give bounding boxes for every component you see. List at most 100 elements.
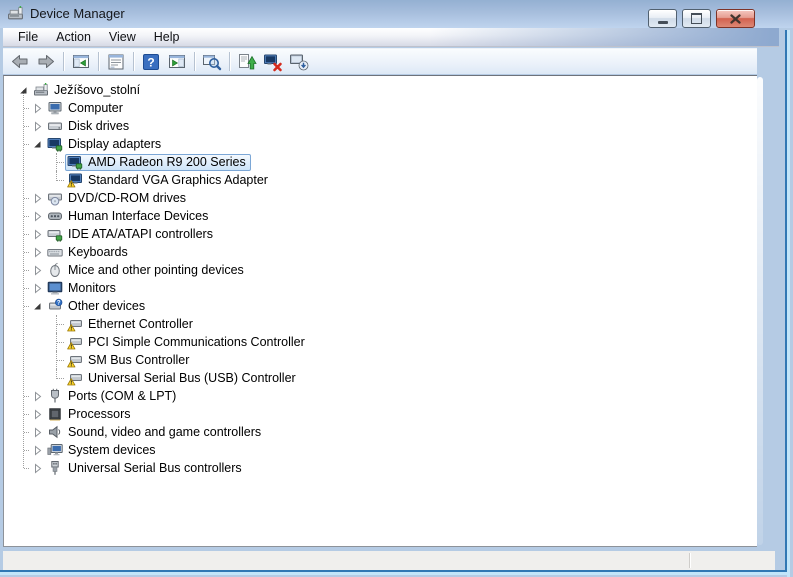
minimize-button[interactable] bbox=[648, 9, 677, 28]
scan-hardware-changes-icon[interactable] bbox=[200, 51, 224, 73]
tree-item-content[interactable]: Processors bbox=[45, 406, 136, 423]
close-button[interactable] bbox=[716, 9, 755, 28]
tree-item-content[interactable]: Standard VGA Graphics Adapter bbox=[65, 172, 273, 189]
tree-item[interactable]: Universal Serial Bus (USB) Controller bbox=[4, 369, 757, 387]
expand-arrow-icon[interactable] bbox=[29, 262, 45, 278]
tree-connector bbox=[47, 315, 65, 333]
tree-item-content[interactable]: Mice and other pointing devices bbox=[45, 262, 249, 279]
tree-item-content[interactable]: Human Interface Devices bbox=[45, 208, 213, 225]
tree-item[interactable]: Mice and other pointing devices bbox=[4, 261, 757, 279]
expand-arrow-icon[interactable] bbox=[29, 424, 45, 440]
tree-item[interactable]: Computer bbox=[4, 99, 757, 117]
tree-item-content[interactable]: Ethernet Controller bbox=[65, 316, 198, 333]
titlebar[interactable]: Device Manager bbox=[0, 0, 793, 28]
tree-item[interactable]: PCI Simple Communications Controller bbox=[4, 333, 757, 351]
tree-item[interactable]: SM Bus Controller bbox=[4, 351, 757, 369]
tree-item-label: Ethernet Controller bbox=[88, 317, 194, 331]
tree-indent bbox=[4, 162, 47, 163]
back-icon[interactable] bbox=[8, 51, 32, 73]
expand-arrow-icon[interactable] bbox=[29, 442, 45, 458]
collapse-arrow-icon[interactable] bbox=[29, 136, 45, 152]
show-action-pane-icon[interactable] bbox=[165, 51, 189, 73]
menu-view[interactable]: View bbox=[100, 28, 145, 46]
tree-indent bbox=[4, 198, 29, 199]
properties-icon[interactable] bbox=[104, 51, 128, 73]
menu-action[interactable]: Action bbox=[47, 28, 100, 46]
menu-bar: File Action View Help bbox=[3, 28, 779, 47]
tree-item-content[interactable]: PCI Simple Communications Controller bbox=[65, 334, 310, 351]
processor-icon bbox=[47, 406, 63, 422]
expand-arrow-icon[interactable] bbox=[29, 100, 45, 116]
tree-item[interactable]: Sound, video and game controllers bbox=[4, 423, 757, 441]
tree-item-label: Universal Serial Bus (USB) Controller bbox=[88, 371, 297, 385]
help-icon[interactable]: ? bbox=[139, 51, 163, 73]
tree-item-content[interactable]: Universal Serial Bus (USB) Controller bbox=[65, 370, 301, 387]
tree-item-content[interactable]: System devices bbox=[45, 442, 161, 459]
tree-item[interactable]: IDE ATA/ATAPI controllers bbox=[4, 225, 757, 243]
scan-plug-play-icon[interactable] bbox=[287, 51, 311, 73]
expand-arrow-icon[interactable] bbox=[29, 118, 45, 134]
tree-item-content[interactable]: Sound, video and game controllers bbox=[45, 424, 266, 441]
collapse-arrow-icon[interactable] bbox=[29, 298, 45, 314]
tree-item[interactable]: ?Other devices bbox=[4, 297, 757, 315]
tree-item-label: AMD Radeon R9 200 Series bbox=[88, 155, 247, 169]
expand-arrow-icon[interactable] bbox=[29, 190, 45, 206]
expand-arrow-icon[interactable] bbox=[29, 388, 45, 404]
tree-item-content[interactable]: Ports (COM & LPT) bbox=[45, 388, 181, 405]
tree-item-content[interactable]: AMD Radeon R9 200 Series bbox=[65, 154, 251, 171]
expand-arrow-icon[interactable] bbox=[29, 226, 45, 242]
tree-item-content[interactable]: Computer bbox=[45, 100, 128, 117]
tree-item[interactable]: Disk drives bbox=[4, 117, 757, 135]
tree-item[interactable]: Keyboards bbox=[4, 243, 757, 261]
display-adapter-icon bbox=[67, 154, 83, 170]
tree-item[interactable]: Ježíšovo_stolní bbox=[4, 81, 757, 99]
tree-item[interactable]: Ports (COM & LPT) bbox=[4, 387, 757, 405]
tree-item-content[interactable]: Ježíšovo_stolní bbox=[31, 82, 145, 99]
tree-item-label: Mice and other pointing devices bbox=[68, 263, 245, 277]
tree-item-content[interactable]: Monitors bbox=[45, 280, 121, 297]
tree-item-label: Ports (COM & LPT) bbox=[68, 389, 177, 403]
expand-arrow-icon[interactable] bbox=[29, 244, 45, 260]
expand-arrow-icon[interactable] bbox=[29, 208, 45, 224]
tree-item[interactable]: Universal Serial Bus controllers bbox=[4, 459, 757, 477]
update-driver-icon[interactable] bbox=[235, 51, 259, 73]
tree-item[interactable]: Monitors bbox=[4, 279, 757, 297]
expand-arrow-icon[interactable] bbox=[29, 460, 45, 476]
collapse-arrow-icon[interactable] bbox=[15, 82, 31, 98]
menu-file[interactable]: File bbox=[9, 28, 47, 46]
tree-item-content[interactable]: Universal Serial Bus controllers bbox=[45, 460, 247, 477]
tree-item-label: Keyboards bbox=[68, 245, 129, 259]
tree-connector bbox=[47, 171, 65, 189]
tree-item[interactable]: Ethernet Controller bbox=[4, 315, 757, 333]
tree-item[interactable]: Human Interface Devices bbox=[4, 207, 757, 225]
tree-item[interactable]: System devices bbox=[4, 441, 757, 459]
window-edge bbox=[0, 572, 787, 575]
uninstall-device-icon[interactable] bbox=[261, 51, 285, 73]
expand-arrow-icon[interactable] bbox=[29, 406, 45, 422]
tree-indent bbox=[4, 432, 29, 433]
tree-item[interactable]: AMD Radeon R9 200 Series bbox=[4, 153, 757, 171]
tree-item[interactable]: Processors bbox=[4, 405, 757, 423]
tree-indent bbox=[4, 270, 29, 271]
tree-item-content[interactable]: ?Other devices bbox=[45, 298, 150, 315]
computer-device-icon bbox=[33, 82, 49, 98]
tree-item[interactable]: DVD/CD-ROM drives bbox=[4, 189, 757, 207]
menu-help[interactable]: Help bbox=[145, 28, 189, 46]
tree-connector bbox=[47, 153, 65, 171]
tree-indent bbox=[4, 126, 29, 127]
tree-item[interactable]: Display adapters bbox=[4, 135, 757, 153]
tree-item-content[interactable]: SM Bus Controller bbox=[65, 352, 194, 369]
tree-item[interactable]: Standard VGA Graphics Adapter bbox=[4, 171, 757, 189]
tree-indent bbox=[4, 216, 29, 217]
tree-item-content[interactable]: Keyboards bbox=[45, 244, 133, 261]
forward-icon[interactable] bbox=[34, 51, 58, 73]
tree-item-content[interactable]: Disk drives bbox=[45, 118, 134, 135]
tree-item-content[interactable]: DVD/CD-ROM drives bbox=[45, 190, 191, 207]
tree-item-content[interactable]: IDE ATA/ATAPI controllers bbox=[45, 226, 218, 243]
maximize-button[interactable] bbox=[682, 9, 711, 28]
show-console-tree-icon[interactable] bbox=[69, 51, 93, 73]
tree-item-label: Processors bbox=[68, 407, 132, 421]
tree-connector bbox=[47, 351, 65, 369]
tree-item-content[interactable]: Display adapters bbox=[45, 136, 166, 153]
expand-arrow-icon[interactable] bbox=[29, 280, 45, 296]
